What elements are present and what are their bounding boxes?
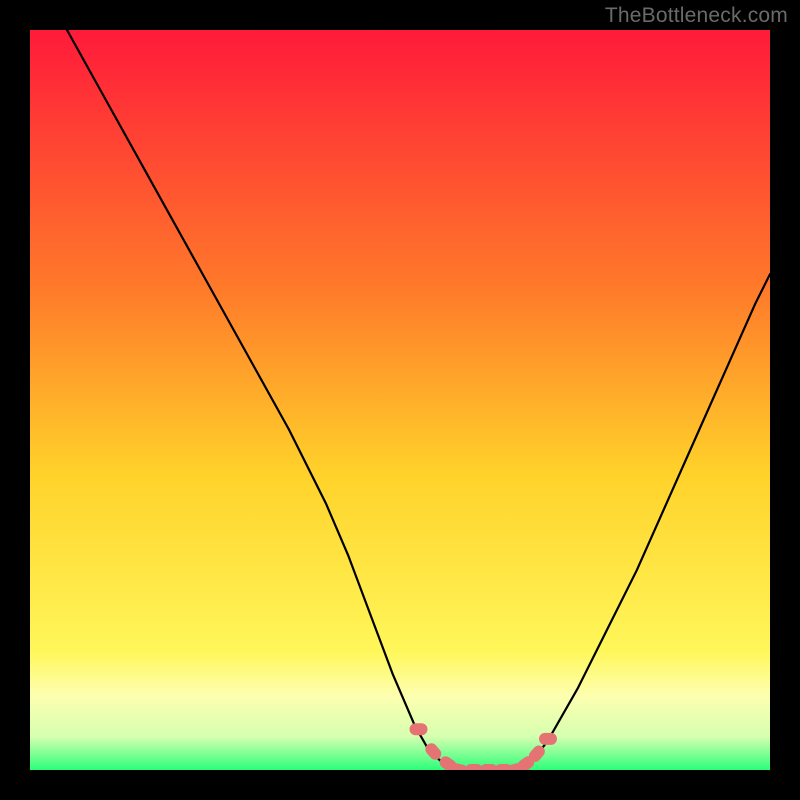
marker-point <box>410 723 428 735</box>
gradient-backdrop <box>30 30 770 770</box>
chart-frame: TheBottleneck.com <box>0 0 800 800</box>
plot-svg <box>30 30 770 770</box>
watermark-text: TheBottleneck.com <box>605 4 788 28</box>
bottleneck-plot <box>30 30 770 770</box>
marker-point <box>539 733 557 745</box>
